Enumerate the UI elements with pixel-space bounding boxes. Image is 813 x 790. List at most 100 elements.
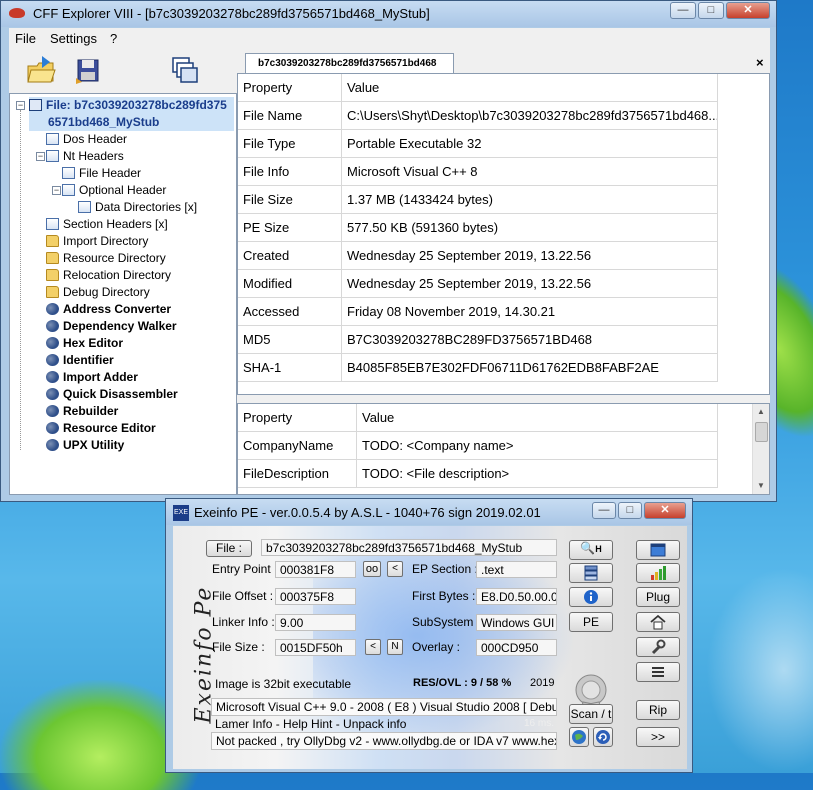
value-cell: 1.37 MB (1433424 bytes) bbox=[342, 186, 718, 214]
table-row[interactable]: File Type Portable Executable 32 bbox=[238, 130, 769, 158]
tree-item[interactable]: Hex Editor bbox=[46, 335, 123, 352]
hint-field[interactable]: Not packed , try OllyDbg v2 - www.ollydb… bbox=[211, 732, 557, 750]
detection-result-field[interactable]: Microsoft Visual C++ 9.0 - 2008 ( E8 ) V… bbox=[211, 698, 557, 716]
linker-info-field[interactable]: 9.00 bbox=[275, 614, 356, 631]
tools-button[interactable] bbox=[636, 637, 680, 657]
tree-item[interactable]: Rebuilder bbox=[46, 403, 118, 420]
value-cell: B4085F85EB7E302FDF06711D61762EDB8FABF2AE bbox=[342, 354, 718, 382]
column-header: Value bbox=[357, 404, 718, 432]
table-row[interactable]: File Info Microsoft Visual C++ 8 bbox=[238, 158, 769, 186]
oo-button[interactable]: oo bbox=[363, 561, 381, 577]
scan-button[interactable]: Scan / t bbox=[569, 704, 613, 724]
exeinfo-minimize-button[interactable]: — bbox=[592, 502, 616, 519]
section-viewer-button[interactable] bbox=[569, 563, 613, 583]
tree-item[interactable]: Dos Header bbox=[46, 131, 127, 148]
table-row[interactable]: PE Size 577.50 KB (591360 bytes) bbox=[238, 214, 769, 242]
open-window-button[interactable] bbox=[636, 540, 680, 560]
file-button[interactable]: File : bbox=[206, 540, 252, 557]
tree-item-label: Section Headers [x] bbox=[63, 217, 168, 231]
tree-root-label-2: 6571bd468_MyStub bbox=[48, 115, 160, 129]
cff-titlebar[interactable]: CFF Explorer VIII - [b7c3039203278bc289f… bbox=[1, 1, 776, 27]
table-row[interactable]: FileDescription TODO: <File description> bbox=[238, 460, 769, 488]
entry-point-label: Entry Point : bbox=[212, 562, 278, 576]
tree-item[interactable]: Optional Header bbox=[62, 182, 166, 199]
exeinfo-maximize-button[interactable]: □ bbox=[618, 502, 642, 519]
file-size-n-button[interactable]: N bbox=[387, 639, 403, 655]
tree-item[interactable]: Relocation Directory bbox=[46, 267, 171, 284]
tree-item[interactable]: File Header bbox=[62, 165, 141, 182]
tree-item[interactable]: Section Headers [x] bbox=[46, 216, 168, 233]
property-cell: File Size bbox=[238, 186, 342, 214]
tree-item[interactable]: Data Directories [x] bbox=[78, 199, 197, 216]
tree-item-label: File Header bbox=[79, 166, 142, 180]
tab-close-icon[interactable]: × bbox=[756, 55, 764, 70]
file-name-field[interactable]: b7c3039203278bc289fd3756571bd468_MyStub bbox=[261, 539, 557, 556]
tree-item[interactable]: Dependency Walker bbox=[46, 318, 177, 335]
menu-file[interactable]: File bbox=[15, 31, 36, 46]
save-file-icon[interactable] bbox=[72, 54, 104, 86]
tree-expander[interactable]: − bbox=[36, 152, 45, 161]
search-h-button[interactable]: 🔍H bbox=[569, 540, 613, 560]
menu-list-button[interactable] bbox=[636, 662, 680, 682]
entry-point-prev-button[interactable]: < bbox=[387, 561, 403, 577]
scroll-up-icon[interactable]: ▲ bbox=[753, 404, 769, 420]
tree-root-file-cont[interactable]: 6571bd468_MyStub bbox=[29, 114, 234, 131]
value-cell: TODO: <File description> bbox=[357, 460, 718, 488]
cff-toolbar bbox=[9, 48, 237, 93]
table-row[interactable]: Accessed Friday 08 November 2019, 14.30.2… bbox=[238, 298, 769, 326]
globe-button[interactable] bbox=[569, 727, 589, 747]
tree-expander[interactable]: − bbox=[52, 186, 61, 195]
value-cell: B7C3039203278BC289FD3756571BD468 bbox=[342, 326, 718, 354]
table-row[interactable]: CompanyName TODO: <Company name> bbox=[238, 432, 769, 460]
exeinfo-close-button[interactable]: ✕ bbox=[644, 502, 686, 519]
refresh-button[interactable] bbox=[593, 727, 613, 747]
first-bytes-field[interactable]: E8.D0.50.00.00 bbox=[476, 588, 557, 605]
menu-help[interactable]: ? bbox=[110, 31, 117, 46]
open-file-icon[interactable] bbox=[25, 54, 57, 86]
overlay-field[interactable]: 000CD950 bbox=[476, 639, 557, 656]
chart-button[interactable] bbox=[636, 563, 680, 583]
table-row[interactable]: Created Wednesday 25 September 2019, 13.2… bbox=[238, 242, 769, 270]
scroll-thumb[interactable] bbox=[755, 422, 768, 442]
ep-section-field[interactable]: .text bbox=[476, 561, 557, 578]
file-size-prev-button[interactable]: < bbox=[365, 639, 381, 655]
close-button[interactable]: ✕ bbox=[726, 2, 770, 19]
pe-button[interactable]: PE bbox=[569, 612, 613, 632]
exeinfo-titlebar[interactable]: EXE Exeinfo PE - ver.0.0.5.4 by A.S.L - … bbox=[166, 499, 692, 525]
scroll-down-icon[interactable]: ▼ bbox=[753, 478, 769, 494]
tree-item[interactable]: Quick Disassembler bbox=[46, 386, 178, 403]
version-info-scrollbar[interactable]: ▲ ▼ bbox=[752, 404, 769, 494]
tree-item[interactable]: Import Directory bbox=[46, 233, 148, 250]
tab-file[interactable]: b7c3039203278bc289fd3756571bd468 bbox=[245, 53, 454, 74]
rip-button[interactable]: Rip bbox=[636, 700, 680, 720]
tree-item[interactable]: Debug Directory bbox=[46, 284, 150, 301]
tree-item[interactable]: Import Adder bbox=[46, 369, 138, 386]
tree-item[interactable]: Nt Headers bbox=[46, 148, 124, 165]
next-button[interactable]: >> bbox=[636, 727, 680, 747]
subsystem-field[interactable]: Windows GUI bbox=[476, 614, 557, 631]
table-row[interactable]: File Size 1.37 MB (1433424 bytes) bbox=[238, 186, 769, 214]
lamer-info-link[interactable]: Lamer Info - Help Hint - Unpack info bbox=[215, 717, 406, 731]
tree-item[interactable]: Identifier bbox=[46, 352, 114, 369]
file-icon bbox=[29, 99, 42, 111]
tree-root-file[interactable]: File: b7c3039203278bc289fd375 bbox=[29, 97, 234, 114]
table-row[interactable]: Modified Wednesday 25 September 2019, 13.… bbox=[238, 270, 769, 298]
plug-button[interactable]: Plug bbox=[636, 587, 680, 607]
tree-item[interactable]: Resource Directory bbox=[46, 250, 166, 267]
file-offset-field[interactable]: 000375F8 bbox=[275, 588, 356, 605]
home-button[interactable] bbox=[636, 612, 680, 632]
maximize-button[interactable]: □ bbox=[698, 2, 724, 19]
tree-item[interactable]: Address Converter bbox=[46, 301, 171, 318]
entry-point-field[interactable]: 000381F8 bbox=[275, 561, 356, 578]
tree-item[interactable]: UPX Utility bbox=[46, 437, 124, 454]
tree-item[interactable]: Resource Editor bbox=[46, 420, 156, 437]
menu-settings[interactable]: Settings bbox=[50, 31, 97, 46]
windows-icon[interactable] bbox=[169, 54, 201, 86]
info-button[interactable] bbox=[569, 587, 613, 607]
table-row[interactable]: File Name C:\Users\Shyt\Desktop\b7c303920… bbox=[238, 102, 769, 130]
file-size-field[interactable]: 0015DF50h bbox=[275, 639, 356, 656]
table-row[interactable]: SHA-1 B4085F85EB7E302FDF06711D61762EDB8FA… bbox=[238, 354, 769, 382]
tree-root-expander[interactable]: − bbox=[16, 101, 25, 110]
table-row[interactable]: MD5 B7C3039203278BC289FD3756571BD468 bbox=[238, 326, 769, 354]
minimize-button[interactable]: — bbox=[670, 2, 696, 19]
